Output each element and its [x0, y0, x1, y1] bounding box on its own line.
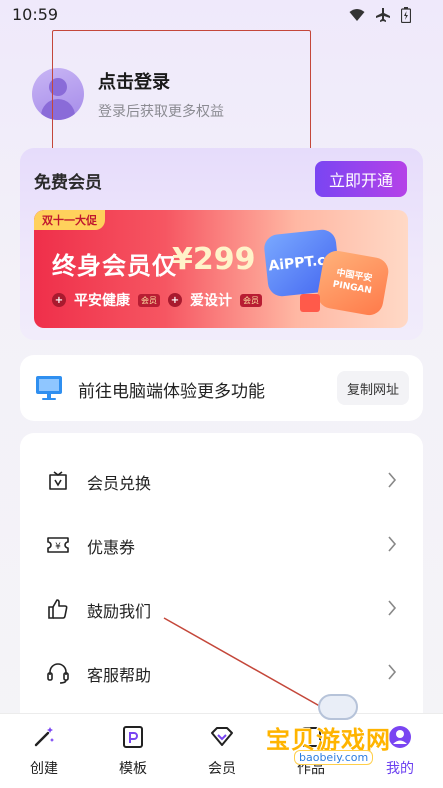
- menu-list: 会员兑换 ¥ 优惠券 鼓励我们 客服帮助: [20, 433, 423, 733]
- pc-promo-card: 前往电脑端体验更多功能 复制网址: [20, 355, 423, 421]
- plus-icon: +: [168, 293, 182, 307]
- perk-health: 平安健康: [74, 293, 130, 309]
- perk-badge: 会员: [138, 293, 160, 307]
- promo-tag: 双十一大促: [34, 210, 105, 230]
- nav-create[interactable]: 创建: [14, 724, 74, 778]
- monitor-icon: [36, 376, 62, 400]
- pingan-logo: 中国平安 PINGAN: [315, 248, 391, 318]
- gift-icon: [300, 294, 320, 312]
- thumbs-up-icon: [48, 599, 68, 619]
- perk-badge-2: 会员: [240, 293, 262, 307]
- chevron-right-icon: [388, 664, 397, 680]
- membership-card: 免费会员 立即开通 双十一大促 终身会员仅 ¥299 + 平安健康 会员 + 爱…: [20, 148, 423, 340]
- magic-wand-icon: [34, 727, 54, 747]
- template-icon: [123, 726, 143, 748]
- nav-label: 会员: [208, 761, 236, 777]
- chevron-right-icon: [388, 472, 397, 488]
- chevron-right-icon: [388, 536, 397, 552]
- menu-item-encourage[interactable]: 鼓励我们: [20, 577, 423, 641]
- annotation-box: [52, 30, 311, 153]
- nav-label: 创建: [30, 761, 58, 777]
- copy-url-button[interactable]: 复制网址: [337, 371, 409, 405]
- watermark-url: baobeiy.com: [294, 750, 374, 765]
- menu-label: 鼓励我们: [87, 602, 152, 621]
- menu-item-coupon[interactable]: ¥ 优惠券: [20, 513, 423, 577]
- membership-title: 免费会员: [34, 173, 102, 193]
- airplane-icon: [376, 8, 390, 22]
- promo-banner[interactable]: 双十一大促 终身会员仅 ¥299 + 平安健康 会员 + 爱设计 会员 AiPP…: [34, 210, 408, 328]
- open-membership-button[interactable]: 立即开通: [315, 161, 407, 197]
- menu-label: 客服帮助: [87, 666, 152, 685]
- pc-promo-text: 前往电脑端体验更多功能: [78, 382, 265, 402]
- pingan-icon: +: [52, 293, 66, 307]
- gamepad-icon: [318, 694, 358, 720]
- chevron-right-icon: [388, 600, 397, 616]
- status-time: 10:59: [12, 5, 59, 24]
- nav-templates[interactable]: 模板: [103, 724, 163, 778]
- headset-icon: [47, 663, 69, 684]
- promo-price: ¥299: [172, 242, 256, 277]
- coupon-icon: ¥: [47, 537, 69, 553]
- battery-icon: [401, 7, 411, 23]
- diamond-icon: [211, 727, 233, 746]
- menu-label: 优惠券: [87, 538, 136, 557]
- promo-perks: + 平安健康 会员 + 爱设计 会员: [52, 290, 262, 310]
- promo-main-text: 终身会员仅: [52, 252, 177, 280]
- menu-label: 会员兑换: [87, 474, 152, 493]
- perk-design: 爱设计: [190, 293, 232, 309]
- wifi-icon: [349, 9, 365, 21]
- nav-label: 模板: [119, 761, 147, 777]
- nav-membership[interactable]: 会员: [192, 724, 252, 778]
- watermark: 宝贝游戏网 baobeiy.com: [266, 690, 416, 770]
- status-bar: 10:59: [0, 0, 443, 32]
- voucher-icon: [49, 471, 67, 490]
- svg-text:¥: ¥: [55, 542, 61, 552]
- status-icons: [349, 7, 411, 23]
- menu-item-redeem[interactable]: 会员兑换: [20, 449, 423, 513]
